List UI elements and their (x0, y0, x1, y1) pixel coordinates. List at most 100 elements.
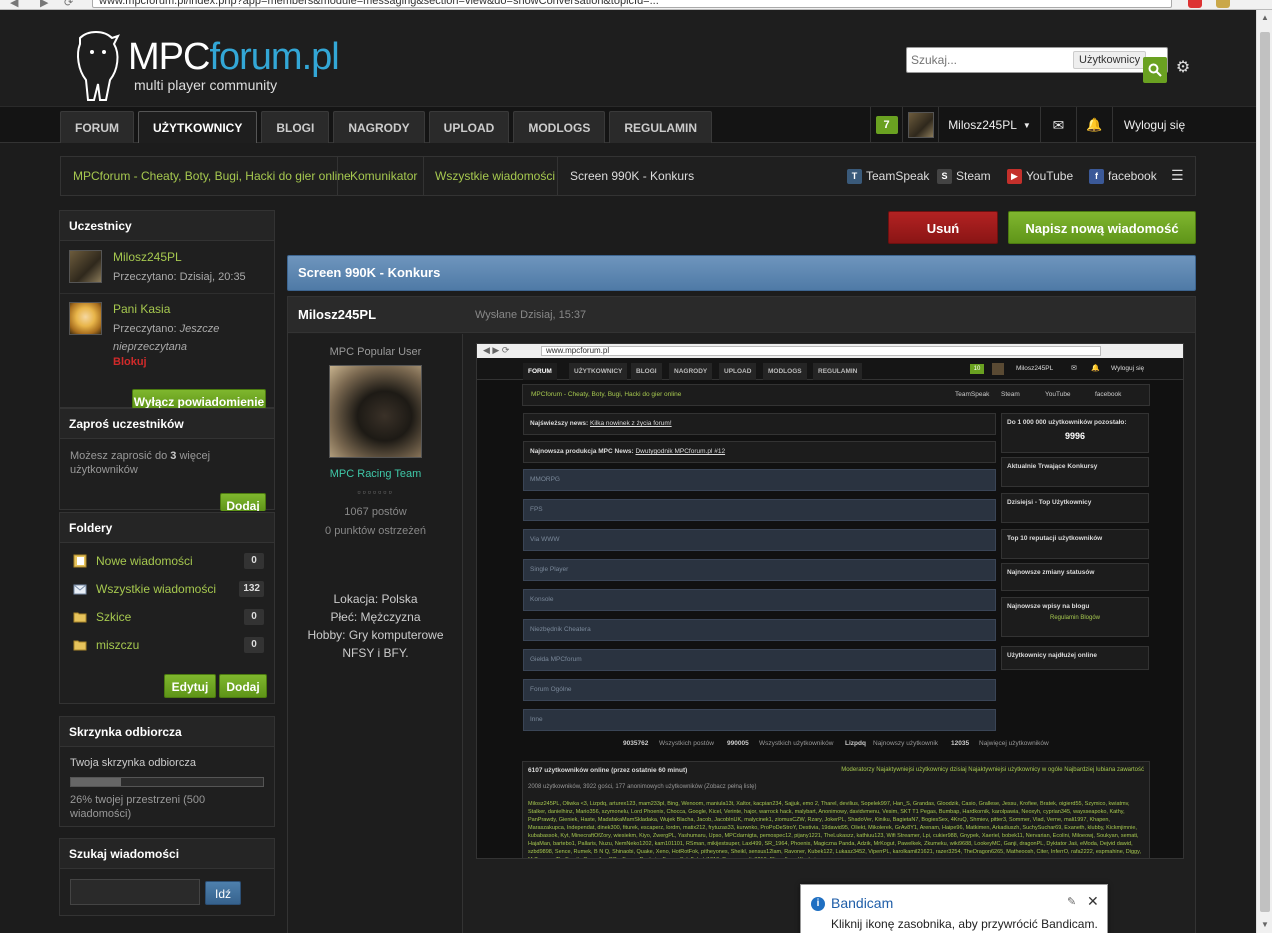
list-icon[interactable]: ☰ (1171, 168, 1187, 182)
shot-news: Najnowsza produkcja MPC News: Dwutygodni… (523, 441, 996, 463)
avatar[interactable] (329, 365, 422, 458)
tab-upload[interactable]: UPLOAD (428, 111, 510, 143)
shot-stats: 9035762 Wszystkich postów 990005 Wszystkic… (623, 740, 1049, 747)
folder-new-icon (73, 554, 87, 568)
breadcrumb-current: Screen 990K - Konkurs (570, 169, 695, 183)
extension-icon[interactable] (1216, 0, 1230, 8)
disable-notifications-button[interactable]: Wyłącz powiadomienie (132, 389, 266, 409)
messages-button[interactable]: ✉ (1040, 107, 1076, 143)
tab-blogs[interactable]: BLOGI (261, 111, 330, 143)
back-icon[interactable]: ◀ (10, 0, 22, 9)
scroll-down-icon[interactable]: ▼ (1257, 917, 1272, 933)
notification-badge: 7 (875, 116, 898, 134)
tab-forum[interactable]: FORUM (60, 111, 134, 143)
post-author[interactable]: Milosz245PL (298, 307, 376, 322)
logout-link[interactable]: Wyloguj się (1112, 107, 1196, 143)
folder-item[interactable]: Nowe wiadomości 0 (60, 547, 274, 575)
page-scrollbar[interactable]: ▲ ▼ (1256, 10, 1272, 933)
panel-title: Uczestnicy (60, 211, 274, 241)
breadcrumb-home[interactable]: MPCforum - Cheaty, Boty, Bugi, Hacki do … (73, 157, 351, 195)
author-team: MPC Racing Team (329, 468, 422, 480)
scroll-up-icon[interactable]: ▲ (1257, 10, 1272, 26)
user-avatar-button[interactable] (902, 107, 938, 143)
folder-icon (73, 612, 87, 623)
avatar (907, 112, 934, 138)
rank-pips: ▫▫▫▫▫▫▫ (357, 487, 394, 497)
tab-users[interactable]: UŻYTKOWNICY (138, 111, 258, 143)
add-folder-button[interactable]: Dodaj (219, 674, 267, 698)
post-header: Milosz245PL Wysłane Dzisiaj, 15:37 (288, 297, 1195, 333)
bandicam-notification[interactable]: i Bandicam Kliknij ikonę zasobnika, aby … (800, 884, 1108, 933)
post-date: Wysłane Dzisiaj, 15:37 (475, 309, 587, 321)
tab-rules[interactable]: REGULAMIN (609, 111, 713, 143)
folder-item[interactable]: Szkice 0 (60, 603, 274, 631)
chevron-down-icon: ▼ (1022, 120, 1031, 130)
breadcrumb-messenger[interactable]: Komunikator (350, 157, 417, 195)
folder-count: 132 (239, 581, 264, 597)
participant-item: Pani Kasia Przeczytano: Jeszcze nieprzec… (60, 294, 274, 380)
breadcrumb-all-messages[interactable]: Wszystkie wiadomości (435, 157, 555, 195)
user-menu[interactable]: Milosz245PL ▼ (938, 107, 1040, 143)
folder-label: Wszystkie wiadomości (96, 582, 217, 596)
edit-folders-button[interactable]: Edytuj (164, 674, 216, 698)
reload-icon[interactable]: ⟳ (64, 0, 76, 9)
address-bar[interactable]: www.mpcforum.pl/index.php?app=members&mo… (92, 0, 1172, 8)
facebook-icon: f (1089, 168, 1104, 184)
participant-name[interactable]: Pani Kasia (113, 302, 170, 316)
message-search-go-button[interactable]: Idź (205, 881, 241, 905)
avatar[interactable] (69, 250, 102, 283)
participant-item: Milosz245PL Przeczytano: Dzisiaj, 20:35 (60, 242, 274, 294)
info-icon: i (811, 897, 825, 911)
teamspeak-link[interactable]: T TeamSpeak (847, 157, 929, 195)
message-search-input[interactable] (70, 879, 200, 905)
folder-item[interactable]: Wszystkie wiadomości 132 (60, 575, 274, 603)
tab-awards[interactable]: NAGRODY (333, 111, 425, 143)
embedded-screenshot[interactable]: ◀ ▶ ⟳ www.mpcforum.pl FORUM UŻYTKOWNICY … (476, 343, 1184, 859)
inbox-panel: Skrzynka odbiorcza Twoja skrzynka odbior… (59, 716, 275, 827)
mascot-icon (77, 31, 120, 101)
invite-panel: Zaproś uczestników Możesz zaprosić do 3 … (59, 408, 275, 511)
user-bar: 7 Milosz245PL ▼ ✉ 🔔 Wyloguj się (870, 107, 1196, 143)
youtube-icon: ▶ (1007, 168, 1022, 184)
folder-count: 0 (244, 609, 264, 625)
tab-modlogs[interactable]: MODLOGS (513, 111, 606, 143)
search-input[interactable] (911, 51, 1071, 69)
block-user-link[interactable]: Blokuj (113, 356, 147, 368)
invite-add-button[interactable]: Dodaj (220, 493, 266, 511)
author-details: Lokacja: Polska Płeć: Mężczyzna Hobby: G… (307, 592, 444, 660)
inbox-usage-bar (70, 777, 264, 787)
close-icon[interactable]: ✕ (1087, 893, 1099, 910)
notification-title: Bandicam (831, 895, 894, 911)
site-search: Użytkownicy (906, 47, 1168, 73)
inbox-usage-text: 26% twojej przestrzeni (500 wiadomości) (70, 794, 206, 820)
delete-button[interactable]: Usuń (888, 211, 998, 244)
author-posts: 1067 postów (344, 506, 407, 518)
teamspeak-icon: T (847, 168, 862, 184)
search-button[interactable] (1143, 57, 1167, 83)
folder-item[interactable]: miszczu 0 (60, 631, 274, 659)
new-message-button[interactable]: Napisz nową wiadomość (1008, 211, 1196, 244)
shot-browser-bar: ◀ ▶ ⟳ www.mpcforum.pl (477, 344, 1183, 358)
logo-wordmark: MPCforum.pl (128, 36, 340, 78)
pin-icon[interactable]: ✎ (1067, 895, 1076, 908)
search-scope-select[interactable]: Użytkownicy (1073, 51, 1147, 69)
read-status: Przeczytano: Dzisiaj, 20:35 (113, 271, 246, 283)
notifications-button[interactable]: 🔔 (1076, 107, 1112, 143)
steam-link[interactable]: S Steam (937, 157, 991, 195)
breadcrumb-separator (337, 157, 347, 195)
facebook-link[interactable]: f facebook (1089, 157, 1157, 195)
site-header: MPCforum.pl multi player community Użytk… (0, 10, 1256, 107)
forward-icon[interactable]: ▶ (40, 0, 52, 9)
extension-icon[interactable] (1188, 0, 1202, 8)
bell-icon: 🔔 (1086, 117, 1103, 132)
scrollbar-thumb[interactable] (1260, 32, 1270, 912)
logo-tagline: multi player community (134, 77, 278, 93)
inbox-label: Twoja skrzynka odbiorcza (70, 757, 196, 769)
avatar[interactable] (69, 302, 102, 335)
youtube-link[interactable]: ▶ YouTube (1007, 157, 1073, 195)
notifications-count-button[interactable]: 7 (870, 107, 902, 143)
participant-name[interactable]: Milosz245PL (113, 250, 182, 264)
folder-label: Nowe wiadomości (96, 554, 193, 568)
site-logo[interactable]: MPCforum.pl multi player community (70, 30, 370, 102)
gear-icon[interactable]: ⚙ (1174, 59, 1192, 77)
